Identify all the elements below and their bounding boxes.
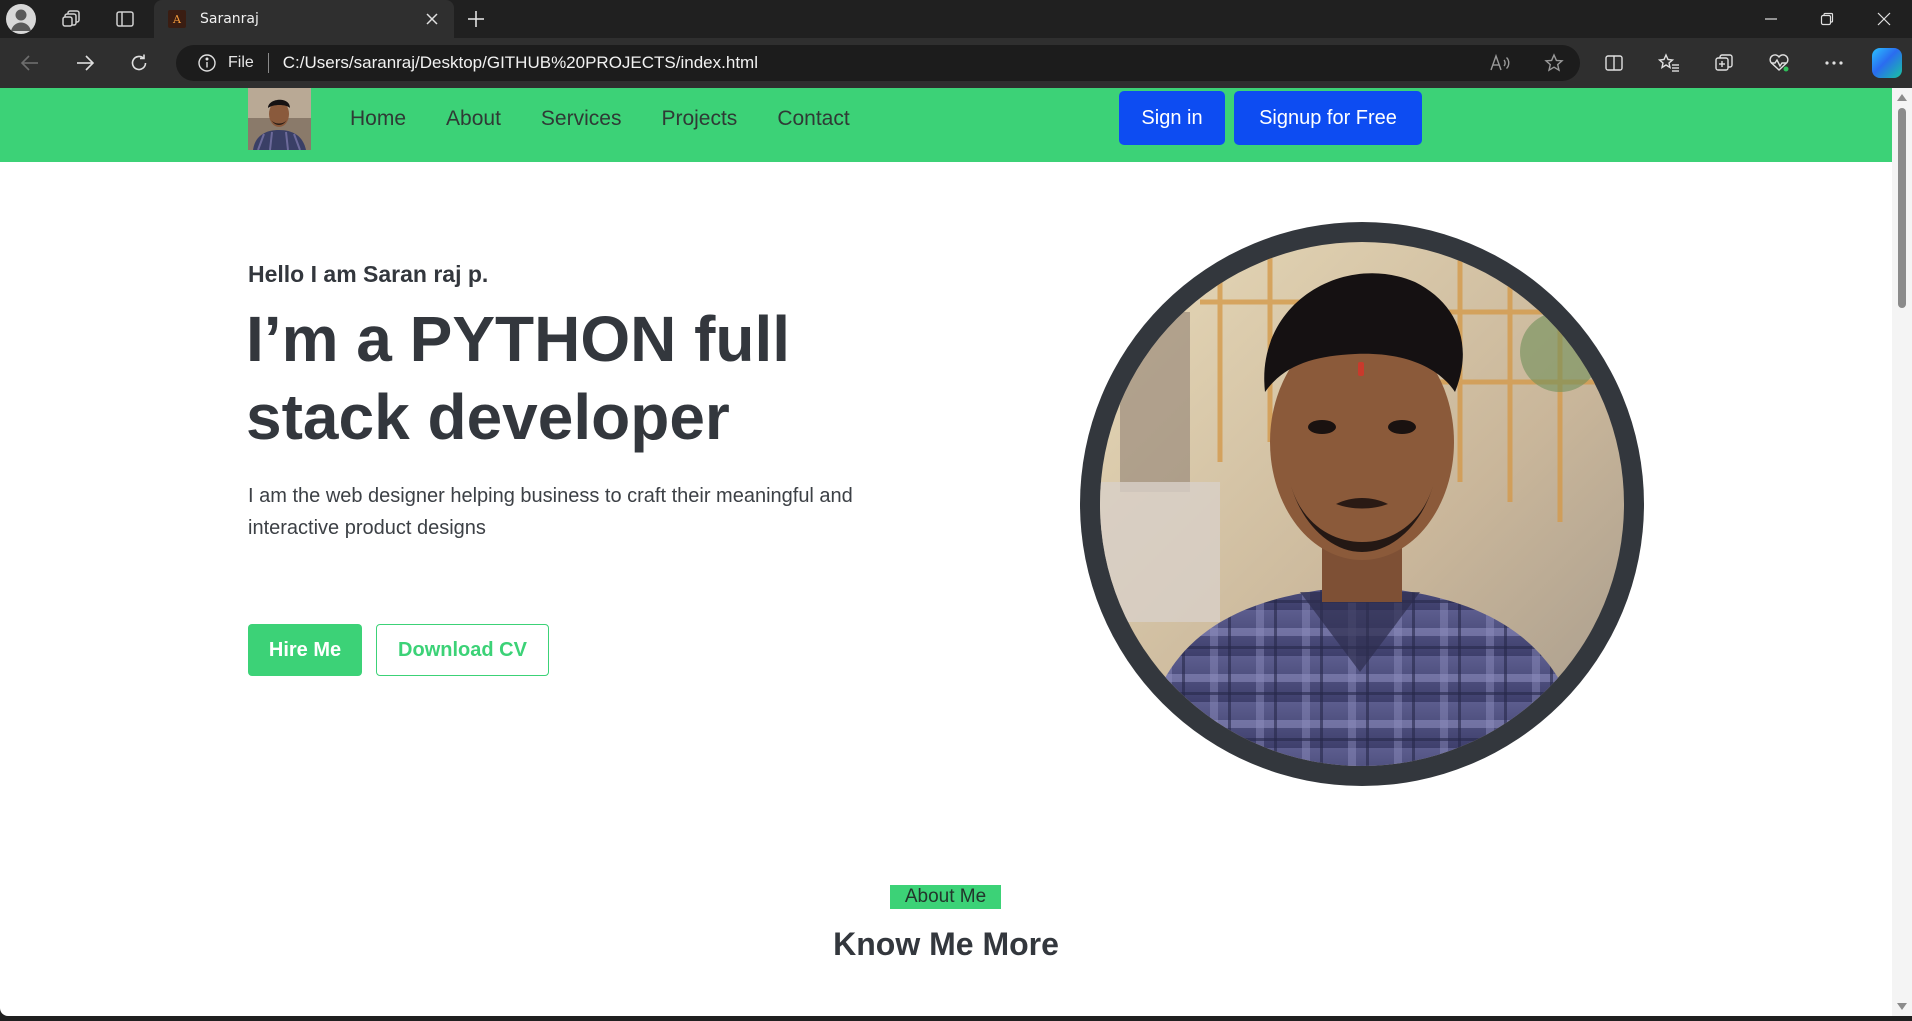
split-screen-icon[interactable] (1597, 48, 1631, 78)
page-viewport: Home About Services Projects Contact Sig… (0, 88, 1892, 1016)
avatar[interactable] (248, 88, 311, 150)
refresh-icon[interactable] (122, 48, 156, 78)
browser-tab-bar: A Saranraj (0, 0, 1912, 38)
address-bar[interactable]: File C:/Users/saranraj/Desktop/GITHUB%20… (176, 45, 1580, 81)
address-separator (267, 53, 269, 73)
more-icon[interactable] (1817, 48, 1851, 78)
minimize-icon[interactable] (1743, 0, 1799, 38)
tab-actions-icon[interactable] (108, 4, 142, 34)
nav-links: Home About Services Projects Contact (350, 88, 890, 150)
browser-essentials-icon[interactable] (1762, 48, 1796, 78)
hire-me-button[interactable]: Hire Me (248, 624, 362, 676)
nav-link-projects[interactable]: Projects (661, 107, 737, 131)
hero-title: I’m a PYTHON full stack developer (246, 303, 791, 453)
scroll-up-icon[interactable] (1897, 94, 1907, 101)
active-tab[interactable]: A Saranraj (154, 0, 454, 38)
read-aloud-icon[interactable] (1486, 50, 1514, 76)
address-url[interactable]: C:/Users/saranraj/Desktop/GITHUB%20PROJE… (283, 53, 758, 73)
about-title: Know Me More (833, 926, 1059, 962)
nav-link-contact[interactable]: Contact (777, 107, 849, 131)
portrait-photo (1100, 242, 1624, 766)
favorites-icon[interactable] (1652, 48, 1686, 78)
favorite-star-icon[interactable] (1540, 50, 1568, 76)
signup-button[interactable]: Signup for Free (1234, 91, 1422, 145)
tab-title: Saranraj (200, 11, 259, 27)
back-icon[interactable] (13, 48, 47, 78)
workspaces-icon[interactable] (55, 4, 89, 34)
collections-icon[interactable] (1707, 48, 1741, 78)
profile-icon[interactable] (6, 4, 36, 34)
scroll-down-icon[interactable] (1897, 1003, 1907, 1010)
hero-greeting: Hello I am Saran raj p. (248, 261, 489, 287)
info-icon[interactable] (196, 52, 218, 74)
address-scheme: File (228, 54, 254, 71)
nav-link-about[interactable]: About (446, 107, 501, 131)
site-navbar: Home About Services Projects Contact Sig… (0, 88, 1892, 162)
new-tab-icon[interactable] (459, 4, 493, 34)
forward-icon[interactable] (68, 48, 102, 78)
browser-toolbar: File C:/Users/saranraj/Desktop/GITHUB%20… (0, 38, 1912, 88)
window-close-icon[interactable] (1856, 0, 1912, 38)
download-cv-button[interactable]: Download CV (376, 624, 549, 676)
close-icon[interactable] (420, 7, 444, 31)
nav-link-home[interactable]: Home (350, 107, 406, 131)
page-scrollbar[interactable] (1892, 88, 1912, 1016)
restore-icon[interactable] (1799, 0, 1855, 38)
hero-description: I am the web designer helping business t… (248, 485, 853, 539)
scroll-thumb[interactable] (1898, 108, 1906, 308)
about-badge: About Me (890, 885, 1001, 909)
copilot-icon[interactable] (1872, 48, 1902, 78)
hero-portrait (1080, 222, 1644, 786)
nav-link-services[interactable]: Services (541, 107, 622, 131)
tab-favicon-icon: A (168, 10, 186, 28)
signin-button[interactable]: Sign in (1119, 91, 1225, 145)
